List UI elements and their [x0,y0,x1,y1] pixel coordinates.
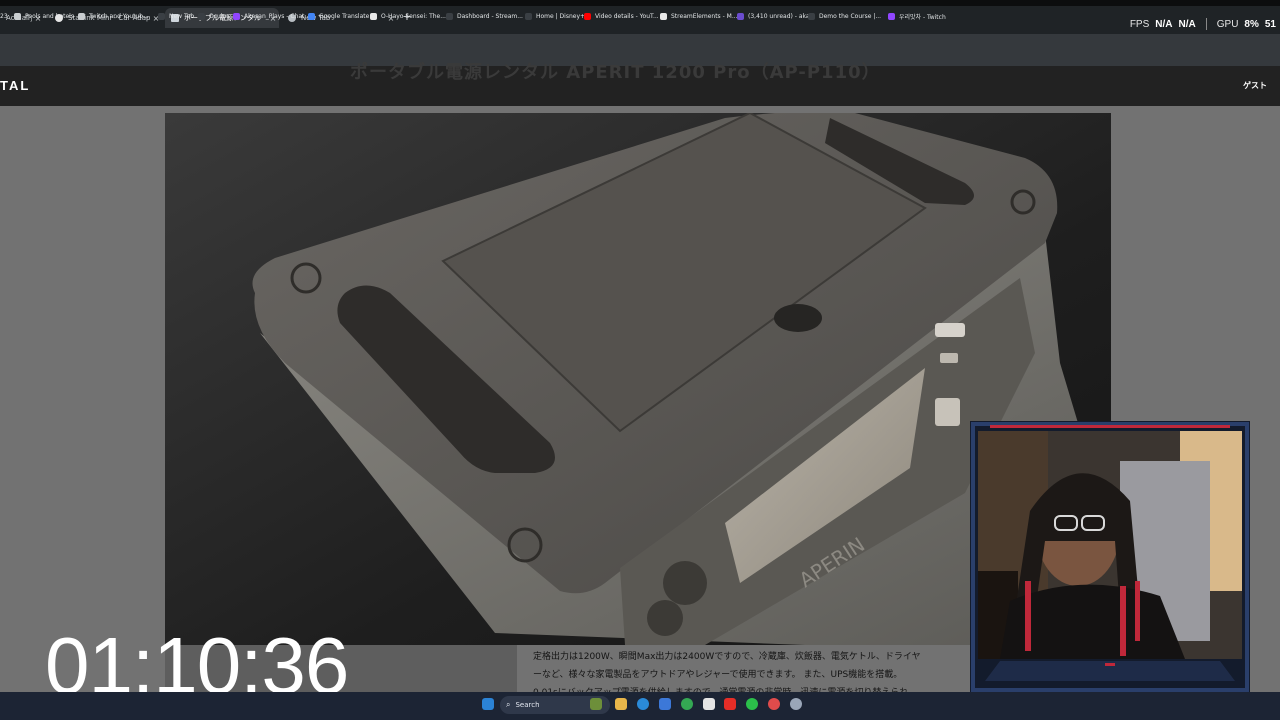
webcam-overlay [970,421,1250,693]
bookmark-favicon-icon [158,12,165,20]
guest-account-link[interactable]: ゲスト [1243,80,1267,91]
bookmark-label: 23 [0,12,8,20]
store-icon[interactable] [703,698,715,710]
bookmark-favicon-icon [14,12,21,20]
bookmark-item[interactable]: 우리맛차 - Twitch [888,11,946,21]
bookmark-item[interactable]: Akasan_Plays - Chat... [233,11,310,21]
search-placeholder: Search [515,701,540,709]
widgets-icon[interactable] [590,698,602,710]
bookmark-item[interactable]: O-Hayo Sensei: The... [370,11,446,21]
fps-value: N/A [1155,18,1173,30]
mail-icon[interactable] [659,698,671,710]
bookmark-favicon-icon [888,12,895,20]
bookmark-item[interactable]: Twitch and Youtub... [78,11,149,21]
bookmark-label: Twitch and Youtub... [89,12,149,20]
stats-divider [1205,18,1207,30]
product-description: 定格出力は1200W、瞬間Max出力は2400Wですので、冷蔵庫、炊飯器、電気ケ… [517,645,973,698]
bookmark-label: Pools and hotels [25,12,74,20]
chrome-browser-icon[interactable] [681,698,693,710]
bookmark-label: Oculus [209,12,230,20]
bookmark-item[interactable]: Home | Disney+ [525,11,585,21]
recording-app-icon[interactable] [768,698,780,710]
gpu-extra-value: 51 [1264,18,1276,30]
site-logo[interactable]: TAL [0,78,30,93]
page-title: ポータブル電源レンタル APERIT 1200 Pro（AP-P110） [350,62,881,83]
bookmark-favicon-icon [808,12,815,20]
webcam-feed [970,421,1250,693]
bookmark-favicon-icon [584,12,591,20]
bookmark-item[interactable]: Pools and hotels [14,11,74,21]
bookmark-item[interactable]: Dashboard - Stream... [446,11,523,21]
bookmark-item[interactable]: New Tab [158,11,194,21]
bookmark-favicon-icon [308,12,315,20]
description-line: 定格出力は1200W、瞬間Max出力は2400Wですので、冷蔵庫、炊飯器、電気ケ… [533,652,921,662]
bookmark-item[interactable]: Demo the Course |... [808,11,881,21]
bookmark-item[interactable]: StreamElements - M... [660,11,738,21]
bookmark-label: 우리맛차 - Twitch [899,13,946,21]
bookmark-label: Akasan_Plays - Chat... [244,12,311,20]
fps-label: FPS [1129,18,1150,30]
edge-browser-icon[interactable] [637,698,649,710]
file-explorer-icon[interactable] [615,698,627,710]
bookmark-favicon-icon [78,12,85,20]
obs-icon[interactable] [790,698,802,710]
tab-strip-top-edge [0,0,1280,6]
bookmark-item[interactable]: 23 [0,11,8,21]
bookmark-label: Google Translate [319,12,370,20]
bookmark-item[interactable]: Oculus [198,11,229,21]
bookmark-item[interactable]: Google Translate [308,11,369,21]
gpu-value: 8% [1244,18,1259,30]
search-icon: ⌕ [506,700,511,709]
bookmark-label: Home | Disney+ [536,12,586,20]
bookmark-label: New Tab [169,12,195,20]
gpu-label: GPU [1216,18,1239,30]
bookmark-label: (3,410 unread) - aka... [748,12,816,20]
bookmark-label: Demo the Course |... [819,12,882,20]
performance-overlay: FPS N/A N/A GPU 8% 51 [1130,16,1280,32]
bookmark-favicon-icon [198,12,205,20]
bookmark-item[interactable]: Video details - YouT... [584,11,659,21]
fps-value-secondary: N/A [1178,18,1196,30]
bookmark-label: Dashboard - Stream... [457,12,523,20]
bookmark-favicon-icon [446,12,453,20]
bookmark-favicon-icon [660,12,667,20]
windows-start-icon[interactable] [482,698,494,710]
description-line: ーなど、様々な家電製品をアウトドアやレジャーで使用できます。 また、UPS機能を… [533,670,903,680]
bookmark-favicon-icon [370,12,377,20]
youtube-icon[interactable] [724,698,736,710]
bookmark-favicon-icon [233,12,240,20]
bookmark-favicon-icon [525,12,532,20]
bookmark-label: Video details - YouT... [595,12,659,20]
bookmark-item[interactable]: (3,410 unread) - aka... [737,11,815,21]
bookmark-label: O-Hayo Sensei: The... [381,12,446,20]
bookmark-favicon-icon [737,12,744,20]
bookmark-label: StreamElements - M... [671,12,738,20]
xbox-icon[interactable] [746,698,758,710]
